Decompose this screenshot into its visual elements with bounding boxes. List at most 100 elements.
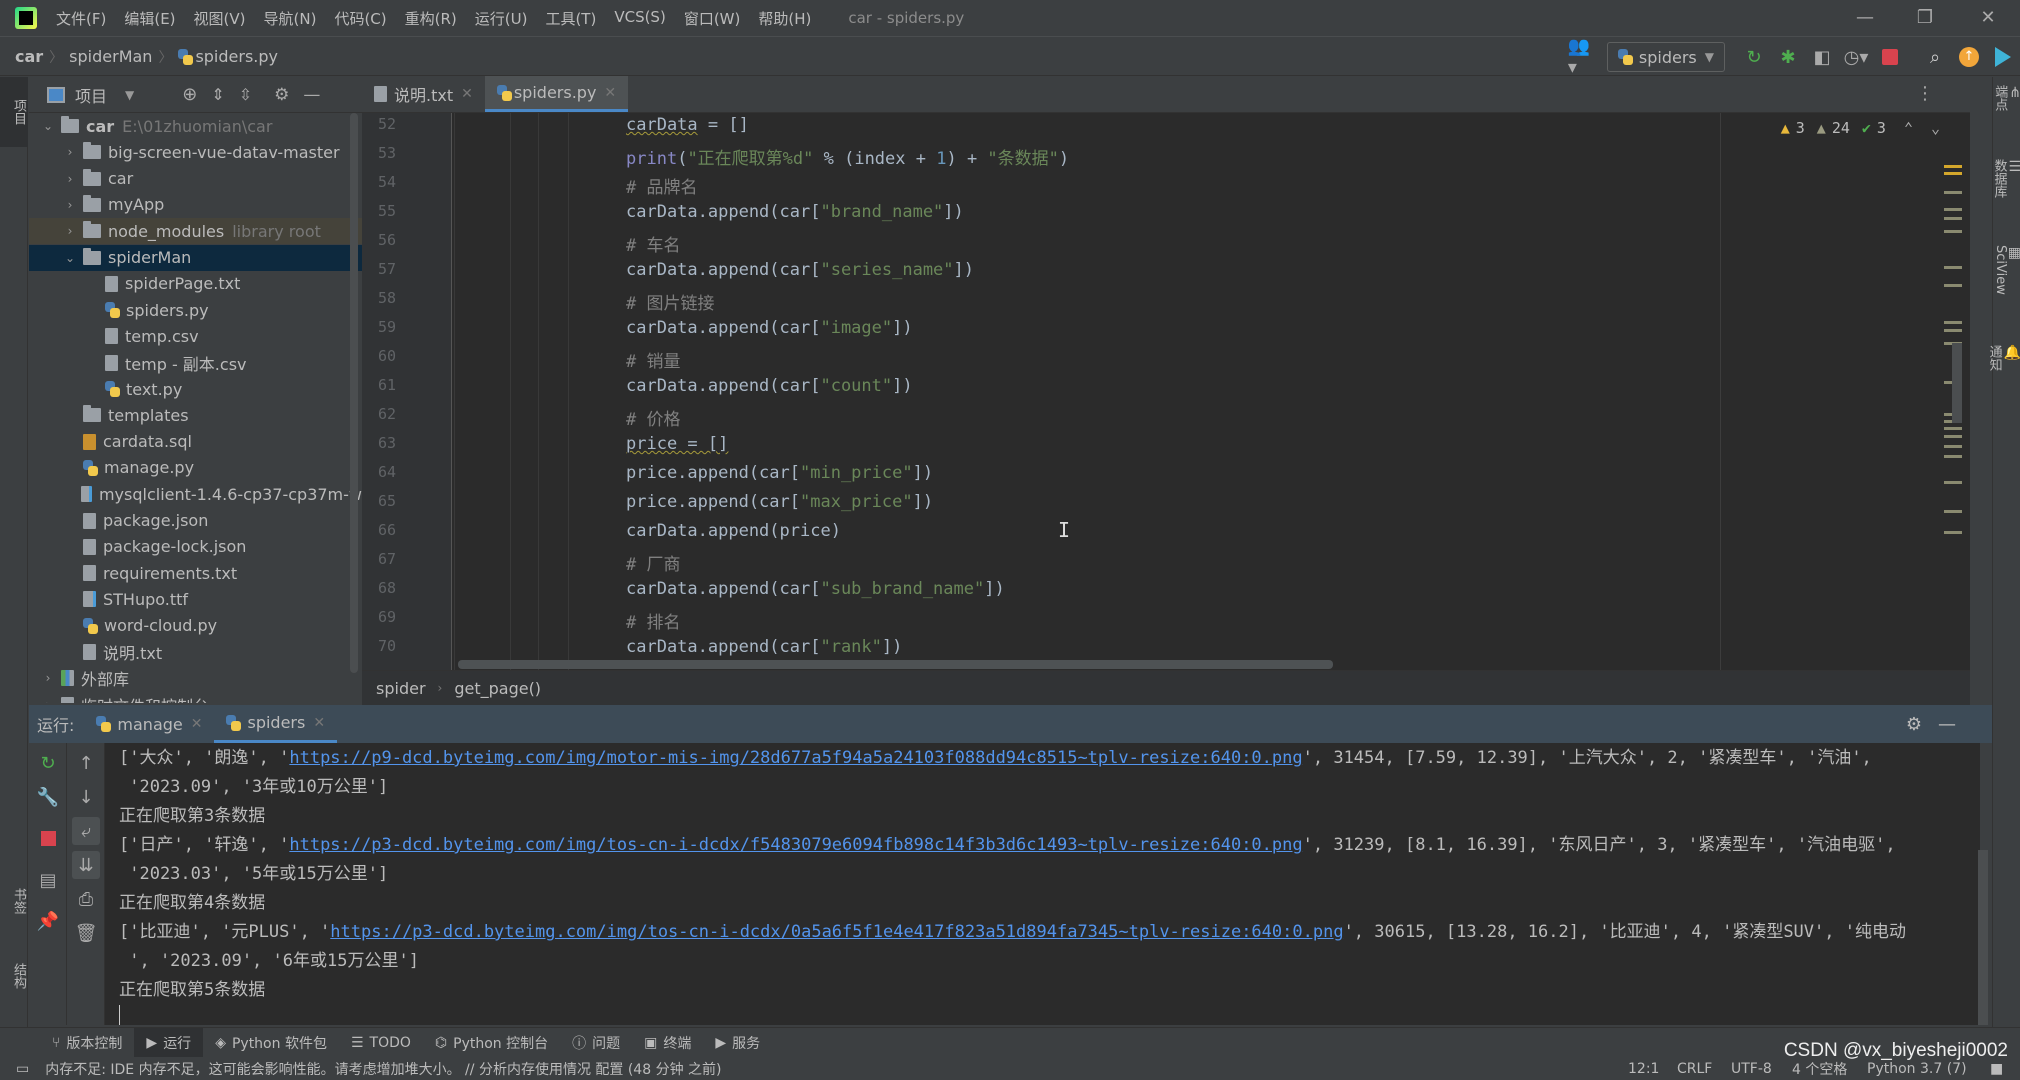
python-interpreter[interactable]: Python 3.7 (7) [1867, 1061, 1967, 1077]
tree-item[interactable]: › 外部库 [29, 665, 362, 691]
chevron-right-icon[interactable]: › [41, 671, 55, 685]
stop-icon[interactable] [1876, 43, 1904, 71]
print-icon[interactable]: ⎙ [72, 885, 100, 913]
next-highlight-icon[interactable]: ⌄ [1931, 119, 1940, 137]
database-tool-tab[interactable]: ☰ 数据库 [1991, 159, 2020, 198]
breadcrumb-root[interactable]: car [15, 47, 43, 66]
code-line[interactable]: # 车名 [626, 231, 680, 256]
soft-wrap-icon[interactable]: ⤶ [72, 817, 100, 845]
tree-item[interactable]: › node_modules library root [29, 218, 362, 245]
menu-item[interactable]: 窗口(W) [675, 8, 750, 29]
chevron-right-icon[interactable]: › [63, 145, 77, 159]
tab-spiders-py[interactable]: spiders.py ✕ [484, 76, 629, 112]
update-icon[interactable]: ↑ [1955, 43, 1983, 71]
tree-item[interactable]: ⌄ car E:\01zhuomian\car [29, 113, 362, 139]
run-tab-spiders[interactable]: spiders ✕ [214, 705, 338, 743]
chevron-down-icon[interactable]: ⌄ [63, 251, 77, 265]
tool-window-python-console[interactable]: ⌬ Python 控制台 [423, 1028, 560, 1058]
code-line[interactable]: # 价格 [626, 405, 680, 430]
code-line[interactable]: # 排名 [626, 608, 680, 633]
plugin-icon[interactable] [1989, 43, 2017, 71]
code-line[interactable]: carData.append(car["series_name"]) [626, 260, 974, 280]
sciview-tool-tab[interactable]: ▦ SciView [1993, 245, 2020, 295]
notifications-tool-tab[interactable]: 🔔 通知 [1987, 345, 2020, 371]
close-tab-icon[interactable]: ✕ [191, 716, 203, 732]
tool-window-problems[interactable]: ⓘ 问题 [560, 1028, 632, 1058]
menu-item[interactable]: 重构(R) [396, 8, 466, 29]
tree-item[interactable]: temp - 副本.csv [29, 350, 362, 376]
tree-item[interactable]: › car [29, 166, 362, 192]
tab-readme[interactable]: 说明.txt ✕ [362, 76, 485, 112]
more-options-icon[interactable]: ⋮ [1916, 83, 1934, 104]
lock-icon[interactable]: ■ [1990, 1061, 2003, 1077]
chevron-right-icon[interactable]: › [63, 224, 77, 238]
code-line[interactable]: price.append(car["min_price"]) [626, 463, 933, 483]
hide-panel-icon[interactable]: — [1938, 714, 1956, 735]
menu-item[interactable]: VCS(S) [605, 8, 674, 29]
breadcrumb-file[interactable]: spiders.py [195, 47, 278, 66]
code-line[interactable]: carData.append(car["sub_brand_name"]) [626, 579, 1005, 599]
tool-window-packages[interactable]: ◈ Python 软件包 [203, 1028, 339, 1058]
arrow-down-icon[interactable]: ↓ [72, 783, 100, 811]
code-line[interactable]: carData.append(price) [626, 521, 841, 541]
collapse-all-icon[interactable]: ⇳ [239, 85, 252, 104]
editor-horizontal-scrollbar[interactable] [458, 660, 1333, 669]
file-encoding[interactable]: UTF-8 [1731, 1061, 1772, 1077]
layout-icon[interactable]: ▤ [34, 866, 62, 894]
code-line[interactable]: # 图片链接 [626, 289, 714, 314]
tree-item[interactable]: › big-screen-vue-datav-master [29, 139, 362, 165]
chevron-down-icon[interactable]: ⌄ [41, 119, 55, 133]
debug-icon[interactable]: ✱ [1774, 43, 1802, 71]
menu-item[interactable]: 工具(T) [536, 8, 605, 29]
project-tool-tab[interactable]: 项目 [0, 77, 28, 147]
expand-all-icon[interactable]: ⇕ [211, 85, 224, 104]
menu-item[interactable]: 运行(U) [466, 8, 537, 29]
gear-icon[interactable]: ⚙ [274, 85, 289, 105]
code-line[interactable]: # 品牌名 [626, 173, 697, 198]
caret-position[interactable]: 12:1 [1628, 1061, 1659, 1077]
menu-item[interactable]: 编辑(E) [115, 8, 184, 29]
tool-window-terminal[interactable]: ▣ 终端 [632, 1028, 703, 1058]
console-scrollbar[interactable] [1978, 850, 1988, 1025]
breadcrumb-function-get-page[interactable]: get_page() [454, 679, 541, 698]
chevron-right-icon[interactable]: › [63, 198, 77, 212]
console-link[interactable]: https://p9-dcd.byteimg.com/img/motor-mis… [289, 748, 1302, 768]
status-message[interactable]: 内存不足: IDE 内存不足，这可能会影响性能。请考虑增加堆大小。 // 分析内… [45, 1059, 721, 1079]
editor-vertical-scrollbar[interactable] [1952, 343, 1962, 423]
restore-button[interactable]: ❐ [1912, 6, 1938, 30]
scroll-to-end-icon[interactable]: ⇊ [72, 851, 100, 879]
close-tab-icon[interactable]: ✕ [313, 715, 325, 731]
tool-window-run[interactable]: ▶ 运行 [134, 1027, 204, 1058]
tree-item[interactable]: mysqlclient-1.4.6-cp37-cp37m-w [29, 481, 362, 507]
tree-item[interactable]: manage.py [29, 455, 362, 481]
locate-file-icon[interactable]: ⊕ [182, 84, 197, 105]
menu-item[interactable]: 代码(C) [325, 8, 395, 29]
code-line[interactable]: price = [] [626, 434, 728, 454]
pin-icon[interactable]: 📌 [34, 907, 62, 935]
code-editor[interactable]: ▲ 3 ▲ 24 ✔ 3 ⌃ ⌄ I carData = [] print("正在爬取第… [452, 113, 1970, 670]
breadcrumb-folder[interactable]: spiderMan [69, 47, 152, 66]
tree-item[interactable]: package.json [29, 508, 362, 534]
console-link[interactable]: https://p3-dcd.byteimg.com/img/tos-cn-i-… [330, 922, 1343, 942]
console-output[interactable]: ['大众', '朗逸', 'https://p9-dcd.byteimg.com… [105, 743, 1980, 1025]
close-tab-icon[interactable]: ✕ [604, 85, 616, 101]
endpoints-tool-tab[interactable]: ⋔ 端点 [1992, 85, 2020, 111]
tool-window-services[interactable]: ▶ 服务 [703, 1028, 772, 1058]
close-button[interactable]: ✕ [1975, 6, 2001, 30]
rerun-icon[interactable]: ↻ [1740, 43, 1768, 71]
coverage-icon[interactable]: ◧ [1808, 43, 1836, 71]
code-line[interactable]: print("正在爬取第%d" % (index + 1) + "条数据") [626, 144, 1069, 169]
bookmarks-tool-tab[interactable]: 书签 [0, 882, 28, 920]
inspection-widget[interactable]: ▲ 3 ▲ 24 ✔ 3 ⌃ ⌄ [1781, 119, 1940, 137]
tree-item[interactable]: spiders.py [29, 297, 362, 323]
wrench-icon[interactable]: 🔧 [34, 783, 62, 811]
tree-item[interactable]: › 临时文件和控制台 [29, 692, 362, 703]
tree-item[interactable]: cardata.sql [29, 429, 362, 455]
tree-item[interactable]: word-cloud.py [29, 613, 362, 639]
memory-indicator-icon[interactable]: ▭ [16, 1061, 29, 1077]
menu-item[interactable]: 文件(F) [47, 8, 115, 29]
chevron-right-icon[interactable]: › [41, 698, 55, 703]
tree-item[interactable]: temp.csv [29, 323, 362, 349]
tree-item[interactable]: ⌄ spiderMan [29, 244, 362, 271]
tree-item[interactable]: package-lock.json [29, 534, 362, 560]
